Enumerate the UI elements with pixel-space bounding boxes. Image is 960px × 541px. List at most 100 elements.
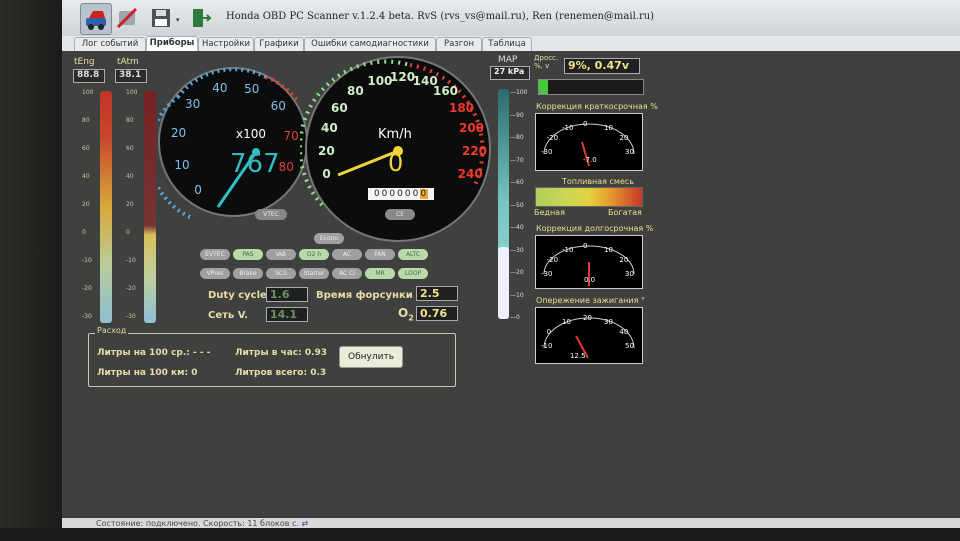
stft-title: Коррекция краткосрочная %	[536, 102, 658, 111]
eng-temp-value: 88.8	[73, 69, 105, 83]
temp-scale-tick: 0	[82, 229, 86, 236]
tab-charts[interactable]: Графики	[254, 37, 304, 51]
speed-tick-label: 220	[461, 144, 488, 159]
app-title: Honda OBD PC Scanner v.1.2.4 beta. RvS (…	[226, 11, 655, 22]
connect-button[interactable]	[80, 3, 112, 35]
vtec-badge: VTEC	[255, 209, 287, 220]
tacho-tick-label: 80	[278, 160, 294, 175]
speed-tick-label: 100	[367, 73, 393, 88]
gauges-panel: tEng tAtm 88.8 38.1 x100 767 VTEC Km/h 0…	[62, 51, 960, 516]
indicator-vpres: VPres	[200, 268, 230, 279]
speed-tick-label: 80	[347, 84, 364, 99]
plug-icon	[116, 7, 138, 29]
temp-scale-tick: 80	[82, 117, 90, 124]
ignition-tick-label: 20	[583, 314, 592, 322]
atm-scale-tick: 40	[126, 173, 134, 180]
map-scale-tick: —70	[510, 156, 524, 164]
atm-temp-value: 38.1	[115, 69, 147, 83]
map-scale-tick: —40	[510, 224, 524, 231]
speed-tick-label: 20	[318, 144, 335, 159]
tab-event-log[interactable]: Лог событий	[74, 37, 146, 51]
throttle-label: Дросс. %, v	[534, 54, 559, 70]
ignition-tick-label: 0	[546, 328, 552, 336]
indicator-fan: FAN	[365, 249, 395, 260]
temp-scale-tick: -10	[82, 257, 92, 264]
indicator-brake: Brake	[233, 268, 263, 279]
throttle-fill	[539, 80, 548, 94]
save-button[interactable]	[146, 3, 176, 33]
ignition-gauge: 12.5 -10 0 10 20 30 40 50	[535, 307, 643, 364]
stft-tick-label: 20	[619, 134, 629, 142]
tacho-value: 767	[230, 149, 280, 179]
stft-tick-label: 0	[583, 120, 588, 128]
ignition-tick-label: 40	[619, 328, 629, 336]
tacho-tick-label: 20	[170, 126, 187, 141]
speed-tick-label: 160	[432, 84, 459, 99]
atm-scale-tick: -30	[126, 313, 136, 320]
tacho-tick-label: 0	[194, 182, 202, 197]
speed-tick-label: 200	[458, 121, 485, 136]
exit-door-icon	[193, 9, 212, 27]
tacho-unit: x100	[236, 127, 267, 141]
map-scale-tick: —30	[510, 246, 524, 254]
voltage-label: Сеть V.	[208, 310, 248, 321]
indicator-econo: Econo	[314, 233, 344, 244]
ignition-title: Опережение зажигания °	[536, 296, 645, 305]
atm-scale-tick: 20	[126, 201, 134, 208]
tab-gauges[interactable]: Приборы	[146, 36, 198, 52]
ignition-tick-label: 50	[625, 342, 634, 350]
stft-tick-label: -30	[541, 148, 553, 156]
ltft-tick-label: -10	[562, 245, 574, 254]
temp-scale-tick: 20	[82, 201, 90, 208]
tab-table[interactable]: Таблица	[482, 37, 532, 51]
mixture-title: Топливная смесь	[562, 177, 634, 186]
consumption-title: Расход	[95, 326, 129, 335]
stft-gauge: -7.0 -30 -20 -10 0 10 20 30	[535, 113, 643, 171]
indicator-iab: IAB	[266, 249, 296, 260]
tacho-tick-label: 10	[174, 157, 190, 172]
ignition-tick-label: 30	[604, 317, 613, 326]
stft-tick-label: -10	[562, 123, 574, 132]
stft-tick-label: -20	[546, 134, 559, 142]
odometer: 0000000	[368, 188, 434, 200]
odometer-digits: 000000	[373, 189, 421, 199]
temp-scale-tick: -30	[82, 313, 92, 320]
speed-tick-label: 60	[331, 100, 348, 115]
throttle-bar	[538, 79, 644, 95]
status-bar: Состояние: подключено. Скорость: 11 блок…	[62, 518, 960, 528]
eng-temp-bar	[100, 91, 112, 323]
ignition-value: 12.5	[570, 352, 586, 360]
eng-temp-label: tEng	[74, 57, 95, 67]
ltft-tick-label: 30	[625, 270, 634, 278]
tab-bar: Лог событий Приборы Настройки Графики Ош…	[62, 36, 960, 52]
exit-button[interactable]	[186, 3, 216, 33]
car-icon	[86, 11, 106, 30]
ltft-value: 0.0	[584, 276, 596, 284]
dropdown-arrow-icon[interactable]: ▾	[176, 16, 180, 24]
tab-settings[interactable]: Настройки	[198, 37, 254, 51]
speed-tick-label: 180	[448, 100, 475, 115]
odometer-last-digit: 0	[420, 189, 429, 199]
atm-temp-label: tAtm	[117, 57, 139, 67]
stft-tick-label: 10	[604, 123, 613, 132]
speed-tick-label: 240	[457, 166, 483, 181]
ce-badge: CE	[385, 209, 415, 220]
ltft-gauge: 0.0 -30 -20 -10 0 10 20 30	[535, 235, 643, 289]
injector-time-value: 2.5	[416, 286, 458, 301]
o2-label: O2	[398, 306, 414, 323]
indicator-pas: PAS	[233, 249, 263, 260]
temp-scale-tick: 100	[82, 89, 94, 96]
indicator-scs: SCS	[266, 268, 296, 279]
reset-button[interactable]: Обнулить	[339, 346, 403, 368]
indicator-mr: MR	[365, 268, 395, 279]
speed-value: 0	[388, 149, 404, 177]
o2-value: 0.76	[416, 306, 458, 321]
map-scale-tick: —20	[510, 269, 524, 276]
disconnect-button[interactable]	[112, 3, 142, 33]
indicator-starter: Starter	[299, 268, 329, 279]
indicator-loop: LOOP	[398, 268, 428, 279]
tab-acceleration[interactable]: Разгон	[436, 37, 482, 51]
tab-diagnostic-errors[interactable]: Ошибки самодиагностики	[304, 37, 436, 51]
tacho-tick-label: 70	[283, 128, 299, 143]
ltft-title: Коррекция долгосрочная %	[536, 224, 654, 233]
